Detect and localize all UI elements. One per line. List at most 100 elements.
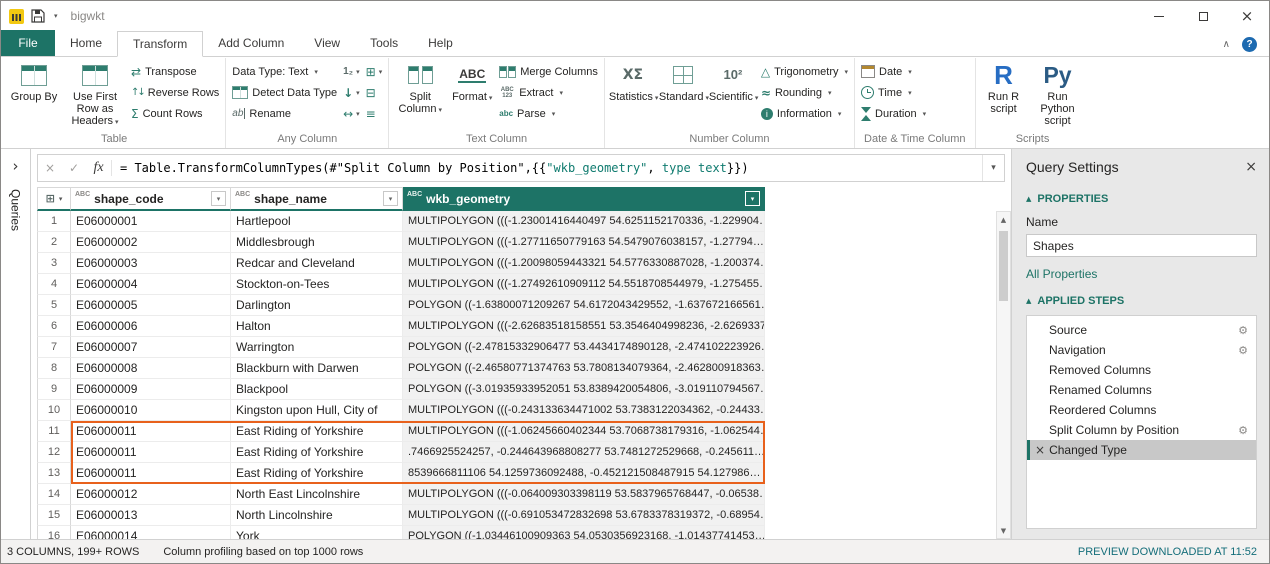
cell-shape-name[interactable]: Hartlepool <box>231 211 403 232</box>
scrollbar-track[interactable] <box>997 227 1010 523</box>
cell-wkb-geometry[interactable]: MULTIPOLYGON (((-1.06245660402344 53.706… <box>403 421 765 442</box>
gear-icon[interactable]: ⚙ <box>1238 424 1248 437</box>
row-number[interactable]: 5 <box>37 295 71 316</box>
column-header-shape-code[interactable]: ABC shape_code ▾ <box>71 187 231 211</box>
cell-wkb-geometry[interactable]: MULTIPOLYGON (((-1.27492610909112 54.551… <box>403 274 765 295</box>
cell-shape-name[interactable]: Middlesbrough <box>231 232 403 253</box>
row-number[interactable]: 13 <box>37 463 71 484</box>
applied-step[interactable]: Removed Columns <box>1027 360 1256 380</box>
row-number[interactable]: 4 <box>37 274 71 295</box>
quick-access-dropdown-icon[interactable]: ▾ <box>54 12 58 20</box>
row-number[interactable]: 10 <box>37 400 71 421</box>
cell-wkb-geometry[interactable]: MULTIPOLYGON (((-2.62683518158551 53.354… <box>403 316 765 337</box>
tab-help[interactable]: Help <box>413 31 468 56</box>
merge-columns-button[interactable]: Merge Columns <box>496 61 601 82</box>
count-rows-button[interactable]: ΣCount Rows <box>128 103 222 124</box>
group-by-button[interactable]: Group By <box>6 58 62 103</box>
cell-shape-name[interactable]: Darlington <box>231 295 403 316</box>
cell-shape-name[interactable]: York <box>231 526 403 539</box>
fill-button[interactable]: ↓▾ <box>340 82 363 103</box>
row-number[interactable]: 14 <box>37 484 71 505</box>
table-row[interactable]: 7E06000007WarringtonPOLYGON ((-2.4781533… <box>37 337 765 358</box>
table-row[interactable]: 5E06000005DarlingtonPOLYGON ((-1.6380007… <box>37 295 765 316</box>
row-number[interactable]: 9 <box>37 379 71 400</box>
cell-shape-name[interactable]: North Lincolnshire <box>231 505 403 526</box>
cell-wkb-geometry[interactable]: 8539666811106 54.1259736092488, -0.45212… <box>403 463 765 484</box>
table-row[interactable]: 8E06000008Blackburn with DarwenPOLYGON (… <box>37 358 765 379</box>
all-properties-link[interactable]: All Properties <box>1026 267 1257 281</box>
table-row[interactable]: 6E06000006HaltonMULTIPOLYGON (((-2.62683… <box>37 316 765 337</box>
table-row[interactable]: 2E06000002MiddlesbroughMULTIPOLYGON (((-… <box>37 232 765 253</box>
gear-icon[interactable]: ⚙ <box>1238 344 1248 357</box>
cell-wkb-geometry[interactable]: MULTIPOLYGON (((-1.23001416440497 54.625… <box>403 211 765 232</box>
save-icon[interactable] <box>31 9 45 23</box>
table-row[interactable]: 11E06000011East Riding of YorkshireMULTI… <box>37 421 765 442</box>
close-panel-icon[interactable]: × <box>1245 159 1257 175</box>
cell-shape-code[interactable]: E06000010 <box>71 400 231 421</box>
tab-view[interactable]: View <box>299 31 355 56</box>
delete-step-icon[interactable]: × <box>1035 443 1045 457</box>
tab-transform[interactable]: Transform <box>117 31 203 57</box>
pivot-column-button[interactable]: ⊟ <box>363 82 386 103</box>
applied-step[interactable]: Reordered Columns <box>1027 400 1256 420</box>
help-icon[interactable]: ? <box>1242 37 1257 52</box>
table-row[interactable]: 9E06000009BlackpoolPOLYGON ((-3.01935933… <box>37 379 765 400</box>
formula-expand-icon[interactable]: ▾ <box>982 155 1004 181</box>
cell-shape-code[interactable]: E06000012 <box>71 484 231 505</box>
cell-shape-code[interactable]: E06000007 <box>71 337 231 358</box>
applied-steps-section-header[interactable]: ▲ APPLIED STEPS <box>1026 295 1257 307</box>
vertical-scrollbar[interactable]: ▲ ▼ <box>996 211 1011 539</box>
table-row[interactable]: 4E06000004Stockton-on-TeesMULTIPOLYGON (… <box>37 274 765 295</box>
cell-shape-name[interactable]: Warrington <box>231 337 403 358</box>
tab-add-column[interactable]: Add Column <box>203 31 299 56</box>
tab-file[interactable]: File <box>1 30 55 56</box>
collapse-ribbon-icon[interactable]: ∧ <box>1223 39 1230 50</box>
row-number[interactable]: 8 <box>37 358 71 379</box>
cell-shape-code[interactable]: E06000008 <box>71 358 231 379</box>
cell-shape-name[interactable]: Blackpool <box>231 379 403 400</box>
run-r-script-button[interactable]: R Run R script <box>979 58 1029 115</box>
row-number[interactable]: 11 <box>37 421 71 442</box>
select-all-corner[interactable]: ⊞ ▾ <box>37 187 71 211</box>
minimize-button[interactable] <box>1137 1 1181 31</box>
cell-shape-name[interactable]: North East Lincolnshire <box>231 484 403 505</box>
duration-button[interactable]: Duration▾ <box>858 103 929 124</box>
applied-step[interactable]: Navigation⚙ <box>1027 340 1256 360</box>
cell-wkb-geometry[interactable]: POLYGON ((-2.46580771374763 53.780813407… <box>403 358 765 379</box>
table-row[interactable]: 10E06000010Kingston upon Hull, City ofMU… <box>37 400 765 421</box>
filter-icon[interactable]: ▾ <box>211 191 226 206</box>
row-number[interactable]: 6 <box>37 316 71 337</box>
parse-button[interactable]: abcParse▾ <box>496 103 601 124</box>
formula-input[interactable]: = Table.TransformColumnTypes(#"Split Col… <box>112 161 982 175</box>
transpose-button[interactable]: ⇄Transpose <box>128 61 222 82</box>
table-row[interactable]: 16E06000014YorkPOLYGON ((-1.034461009093… <box>37 526 765 539</box>
row-number[interactable]: 7 <box>37 337 71 358</box>
maximize-button[interactable] <box>1181 1 1225 31</box>
cell-shape-name[interactable]: Blackburn with Darwen <box>231 358 403 379</box>
row-number[interactable]: 1 <box>37 211 71 232</box>
query-name-input[interactable] <box>1026 234 1257 257</box>
cell-wkb-geometry[interactable]: POLYGON ((-3.01935933952051 53.838942005… <box>403 379 765 400</box>
move-button[interactable]: ↔▾ <box>340 103 363 124</box>
reverse-rows-button[interactable]: ↑↓Reverse Rows <box>128 82 222 103</box>
filter-icon[interactable]: ▾ <box>383 191 398 206</box>
cell-shape-code[interactable]: E06000006 <box>71 316 231 337</box>
applied-step[interactable]: Source⚙ <box>1027 320 1256 340</box>
table-row[interactable]: 12E06000011East Riding of Yorkshire.7466… <box>37 442 765 463</box>
expand-queries-icon[interactable]: › <box>13 157 19 175</box>
cell-shape-name[interactable]: Stockton-on-Tees <box>231 274 403 295</box>
applied-step[interactable]: Renamed Columns <box>1027 380 1256 400</box>
scroll-up-icon[interactable]: ▲ <box>997 212 1010 227</box>
rename-button[interactable]: abRename <box>229 103 340 124</box>
table-row[interactable]: 14E06000012North East LincolnshireMULTIP… <box>37 484 765 505</box>
column-header-wkb-geometry[interactable]: ABC wkb_geometry ▾ <box>403 187 765 211</box>
rounding-button[interactable]: ≈Rounding▾ <box>758 82 851 103</box>
row-number[interactable]: 15 <box>37 505 71 526</box>
filter-icon[interactable]: ▾ <box>745 191 760 206</box>
extract-button[interactable]: ABC123Extract▾ <box>496 82 601 103</box>
row-number[interactable]: 16 <box>37 526 71 539</box>
profiling-info[interactable]: Column profiling based on top 1000 rows <box>163 546 363 558</box>
cell-shape-name[interactable]: East Riding of Yorkshire <box>231 421 403 442</box>
cancel-formula-icon[interactable]: × <box>38 161 62 175</box>
cell-wkb-geometry[interactable]: MULTIPOLYGON (((-1.20098059443321 54.577… <box>403 253 765 274</box>
